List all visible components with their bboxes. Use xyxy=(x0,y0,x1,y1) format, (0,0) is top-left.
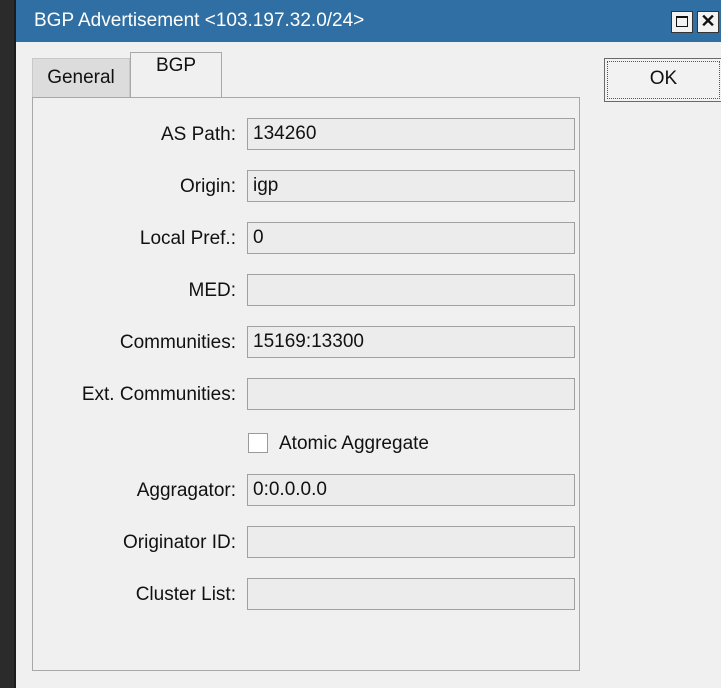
atomic-aggregate-checkbox[interactable] xyxy=(248,433,268,453)
as-path-label: AS Path: xyxy=(161,124,236,145)
bgp-tab-panel: AS Path: 134260 Origin: igp Local Pref.:… xyxy=(32,97,580,671)
as-path-row: AS Path: 134260 xyxy=(33,118,581,152)
cluster-list-field[interactable] xyxy=(247,578,575,610)
communities-field[interactable]: 15169:13300 xyxy=(247,326,575,358)
window-title: BGP Advertisement <103.197.32.0/24> xyxy=(34,10,365,31)
ok-button-label: OK xyxy=(649,68,678,89)
med-field[interactable] xyxy=(247,274,575,306)
tab-general[interactable]: General xyxy=(32,58,130,98)
aggregator-field[interactable]: 0:0.0.0.0 xyxy=(247,474,575,506)
ext-communities-label: Ext. Communities: xyxy=(81,384,236,405)
ok-button[interactable]: OK xyxy=(604,58,721,102)
atomic-aggregate-row: Atomic Aggregate xyxy=(33,428,581,462)
originator-id-label: Originator ID: xyxy=(123,532,236,553)
communities-label: Communities: xyxy=(119,332,236,353)
bgp-advertisement-window: BGP Advertisement <103.197.32.0/24> ✕ Ge… xyxy=(14,0,721,688)
med-row: MED: xyxy=(33,274,581,308)
maximize-icon[interactable] xyxy=(671,11,693,33)
aggregator-row: Aggragator: 0:0.0.0.0 xyxy=(33,474,581,508)
local-pref-field[interactable]: 0 xyxy=(247,222,575,254)
tab-bgp[interactable]: BGP xyxy=(130,52,222,98)
atomic-aggregate-label: Atomic Aggregate xyxy=(279,433,429,454)
originator-id-row: Originator ID: xyxy=(33,526,581,560)
origin-row: Origin: igp xyxy=(33,170,581,204)
communities-row: Communities: 15169:13300 xyxy=(33,326,581,360)
title-bar[interactable]: BGP Advertisement <103.197.32.0/24> ✕ xyxy=(16,0,721,42)
close-icon[interactable]: ✕ xyxy=(697,11,719,33)
origin-field[interactable]: igp xyxy=(247,170,575,202)
local-pref-label: Local Pref.: xyxy=(139,228,236,249)
aggregator-label: Aggragator: xyxy=(136,480,236,501)
ext-communities-field[interactable] xyxy=(247,378,575,410)
origin-label: Origin: xyxy=(180,176,236,197)
local-pref-row: Local Pref.: 0 xyxy=(33,222,581,256)
originator-id-field[interactable] xyxy=(247,526,575,558)
cluster-list-row: Cluster List: xyxy=(33,578,581,612)
as-path-field[interactable]: 134260 xyxy=(247,118,575,150)
med-label: MED: xyxy=(188,280,237,301)
ext-communities-row: Ext. Communities: xyxy=(33,378,581,412)
cluster-list-label: Cluster List: xyxy=(135,584,236,605)
